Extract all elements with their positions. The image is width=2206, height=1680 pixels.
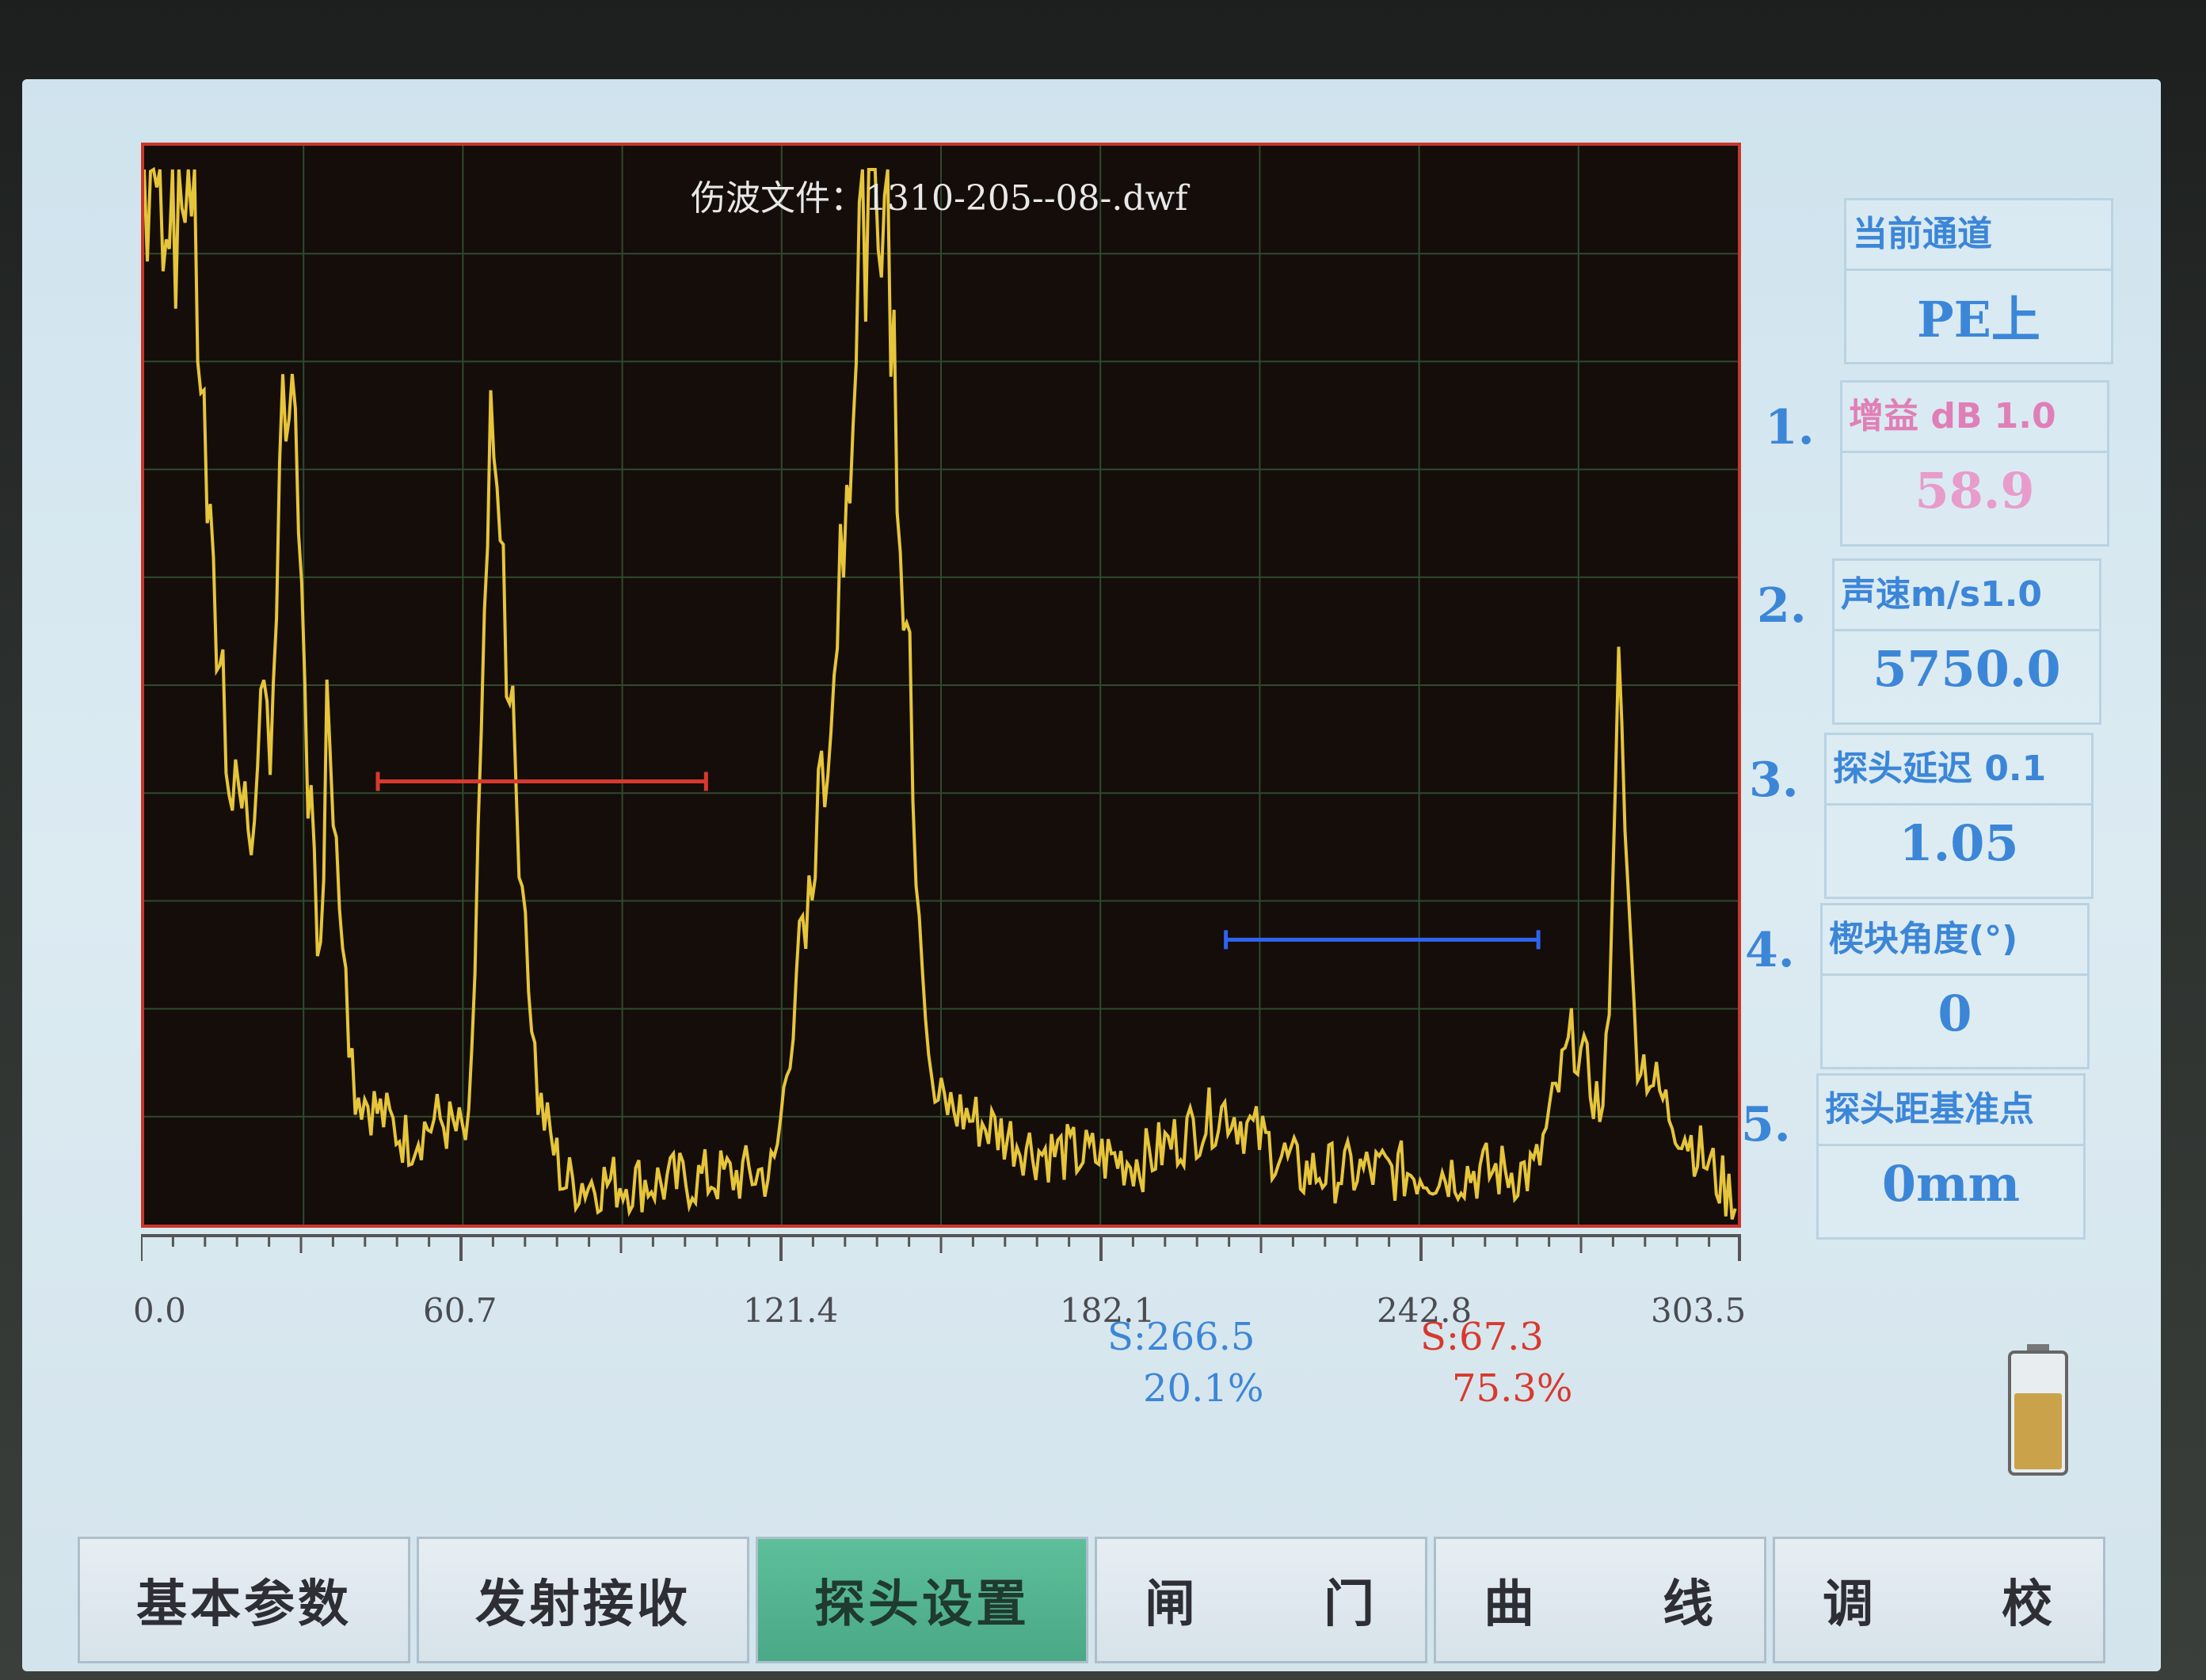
file-title: 伤波文件：1310-205--08-.dwf — [691, 178, 1188, 219]
gate-a-amplitude: 75.3% — [1452, 1366, 1573, 1411]
param-num-5: 5. — [1741, 1097, 1791, 1152]
tab-basic-params-label: 基本参数 — [136, 1575, 352, 1634]
param-probe-delay-value: 1.05 — [1899, 814, 2019, 872]
tab-curve[interactable]: 曲 线 — [1434, 1537, 1766, 1663]
tab-curve-label-left: 曲 — [1484, 1575, 1537, 1634]
param-gain[interactable]: 增益 dB 1.0 58.9 — [1840, 380, 2109, 547]
tab-calibrate-label-right: 校 — [2002, 1575, 2056, 1634]
tab-gate-label-right: 门 — [1324, 1575, 1377, 1634]
x-axis-ruler — [139, 1234, 1741, 1261]
gate-b-amplitude: 20.1% — [1143, 1366, 1264, 1411]
channel-title: 当前通道 — [1853, 214, 1992, 254]
tab-basic-params[interactable]: 基本参数 — [78, 1537, 410, 1663]
parameter-panel: 当前通道 PE上 1. 增益 dB 1.0 58.9 2. 声速m/s1.0 5… — [1741, 198, 2113, 1291]
param-wedge-angle[interactable]: 楔块角度(°) 0 — [1820, 903, 2090, 1069]
param-num-4: 4. — [1745, 923, 1795, 978]
tab-gate[interactable]: 闸 门 — [1095, 1537, 1427, 1663]
a-scan-trace — [144, 166, 1737, 1220]
param-probe-delay-title: 探头延迟 0.1 — [1833, 749, 2047, 789]
tab-transmit-receive-label: 发射接收 — [475, 1575, 691, 1634]
tick-label-1: 60.7 — [423, 1291, 497, 1330]
tick-label-0: 0.0 — [133, 1291, 186, 1330]
param-velocity[interactable]: 声速m/s1.0 5750.0 — [1832, 558, 2101, 725]
tab-curve-label-right: 线 — [1663, 1575, 1716, 1634]
battery-icon — [2008, 1344, 2068, 1476]
param-wedge-angle-title: 楔块角度(°) — [1829, 919, 2018, 959]
param-probe-offset[interactable]: 探头距基准点 0mm — [1816, 1073, 2086, 1240]
tick-label-5: 303.5 — [1651, 1291, 1747, 1330]
waveform-svg — [144, 146, 1738, 1225]
tab-gate-label-left: 闸 — [1145, 1575, 1198, 1634]
tab-probe-settings-label: 探头设置 — [814, 1575, 1030, 1634]
param-gain-value: 58.9 — [1915, 462, 2035, 520]
param-probe-delay[interactable]: 探头延迟 0.1 1.05 — [1824, 733, 2094, 899]
param-wedge-angle-value: 0 — [1937, 985, 1972, 1042]
gate-b-sound-path: S:266.5 — [1107, 1315, 1255, 1359]
waveform-plot: 伤波文件：1310-205--08-.dwf — [141, 143, 1741, 1228]
param-gain-title: 增益 dB 1.0 — [1849, 396, 2056, 436]
tab-calibrate[interactable]: 调 校 — [1773, 1537, 2105, 1663]
param-probe-offset-value: 0mm — [1881, 1155, 2021, 1213]
bottom-tab-bar: 基本参数 发射接收 探头设置 闸 门 曲 线 调 校 — [78, 1537, 2137, 1671]
channel-value: PE上 — [1917, 291, 2040, 349]
param-num-2: 2. — [1757, 578, 1807, 634]
param-velocity-title: 声速m/s1.0 — [1841, 574, 2043, 615]
param-num-3: 3. — [1749, 752, 1799, 808]
channel-box: 当前通道 PE上 — [1844, 198, 2113, 364]
tick-label-2: 121.4 — [743, 1291, 839, 1330]
gate-a-sound-path: S:67.3 — [1420, 1315, 1544, 1359]
tab-calibrate-label-left: 调 — [1823, 1575, 1876, 1634]
screen: 伤波文件：1310-205--08-.dwf 0.0 60.7 121.4 18… — [22, 79, 2161, 1671]
param-velocity-value: 5750.0 — [1873, 640, 2061, 698]
tab-probe-settings[interactable]: 探头设置 — [756, 1537, 1088, 1663]
tab-transmit-receive[interactable]: 发射接收 — [417, 1537, 749, 1663]
param-probe-offset-title: 探头距基准点 — [1825, 1089, 2034, 1130]
param-num-1: 1. — [1765, 400, 1815, 455]
